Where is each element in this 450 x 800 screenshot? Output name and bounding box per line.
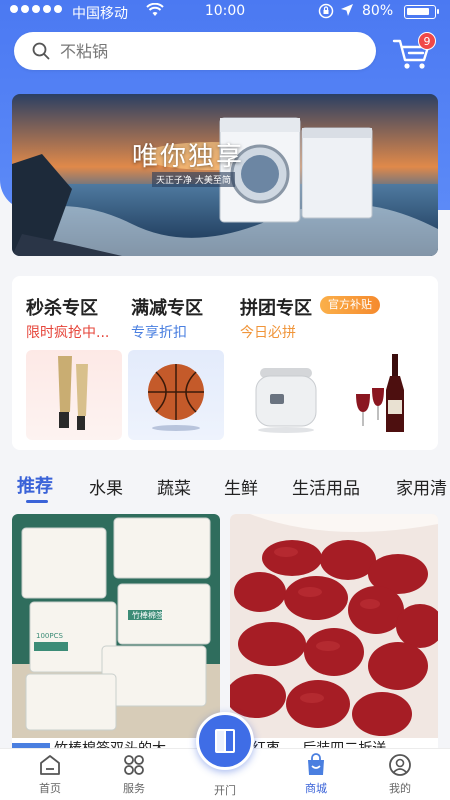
flash-sale-subtitle: 限时疯抢中... bbox=[26, 325, 110, 341]
nav-services-label: 服务 bbox=[123, 782, 145, 795]
search-bar[interactable] bbox=[14, 32, 376, 70]
product-card-red-dates[interactable] bbox=[230, 514, 438, 738]
tab-vegetables[interactable]: 蔬菜 bbox=[157, 474, 191, 499]
open-door-label: 开门 bbox=[214, 784, 236, 797]
basketball-icon bbox=[148, 364, 204, 431]
discount-zone-title[interactable]: 满减专区 bbox=[131, 294, 203, 320]
nav-mall[interactable]: 商城 bbox=[286, 751, 346, 799]
status-bar: 中国移动 10:00 80% bbox=[0, 0, 450, 24]
tab-household-cleaning[interactable]: 家用清 bbox=[396, 474, 447, 499]
rice-cooker-image[interactable] bbox=[240, 350, 336, 440]
packaging-count: 100PCS bbox=[36, 632, 63, 640]
open-door-button[interactable] bbox=[196, 712, 254, 770]
tab-daily-goods[interactable]: 生活用品 bbox=[292, 474, 360, 499]
search-icon bbox=[32, 42, 50, 60]
discount-product-image[interactable] bbox=[128, 350, 224, 440]
cart-badge: 9 bbox=[418, 32, 436, 50]
rotation-lock-icon bbox=[318, 3, 334, 23]
nav-services[interactable]: 服务 bbox=[104, 751, 164, 799]
group-buy-title[interactable]: 拼团专区 bbox=[240, 294, 312, 320]
tab-fresh[interactable]: 生鲜 bbox=[224, 474, 258, 499]
flash-sale-product-image[interactable] bbox=[26, 350, 122, 440]
promo-sections-card: 秒杀专区 限时疯抢中... 满减专区 专享折扣 拼团专区 官方补贴 今日必拼 bbox=[12, 276, 438, 450]
search-input[interactable] bbox=[60, 41, 360, 61]
tab-recommend[interactable]: 推荐 bbox=[17, 472, 53, 498]
discount-zone-subtitle: 专享折扣 bbox=[131, 325, 187, 341]
home-icon bbox=[40, 755, 60, 775]
rice-cooker-icon bbox=[255, 368, 317, 433]
user-icon bbox=[389, 754, 411, 776]
active-tab-indicator bbox=[26, 500, 48, 503]
tab-fruit[interactable]: 水果 bbox=[89, 474, 123, 499]
nav-profile[interactable]: 我的 bbox=[370, 751, 430, 799]
banner-subtitle: 天正子净 大美至简 bbox=[152, 172, 235, 187]
nav-mall-label: 商城 bbox=[305, 782, 327, 795]
red-wine-image[interactable] bbox=[340, 350, 436, 440]
banner-title: 唯你独享 bbox=[132, 142, 245, 172]
category-tabs: 推荐 水果 蔬菜 生鲜 生活用品 家用清 bbox=[0, 466, 450, 506]
cosmetic-tube-icon bbox=[58, 356, 88, 430]
shopping-bag-icon bbox=[308, 753, 324, 775]
product-card-cotton-swabs[interactable]: 竹棒棉签 100PCS bbox=[12, 514, 220, 738]
grid-icon bbox=[124, 755, 144, 775]
nav-profile-label: 我的 bbox=[389, 782, 411, 795]
promo-banner[interactable]: 唯你独享 天正子净 大美至简 bbox=[12, 94, 438, 256]
flash-sale-title[interactable]: 秒杀专区 bbox=[26, 294, 98, 320]
location-arrow-icon bbox=[340, 3, 354, 21]
cotton-swab-image: 竹棒棉签 100PCS bbox=[12, 514, 220, 738]
official-subsidy-tag: 官方补贴 bbox=[320, 296, 380, 314]
battery-icon bbox=[404, 5, 439, 19]
wine-bottle-icon bbox=[356, 354, 404, 432]
red-dates-image bbox=[230, 514, 438, 738]
packaging-label: 竹棒棉签 bbox=[132, 610, 164, 620]
group-buy-subtitle: 今日必拼 bbox=[240, 325, 296, 341]
nav-home-label: 首页 bbox=[39, 782, 61, 795]
nav-home[interactable]: 首页 bbox=[20, 751, 80, 799]
door-icon bbox=[215, 729, 235, 753]
battery-percent: 80% bbox=[362, 3, 394, 19]
